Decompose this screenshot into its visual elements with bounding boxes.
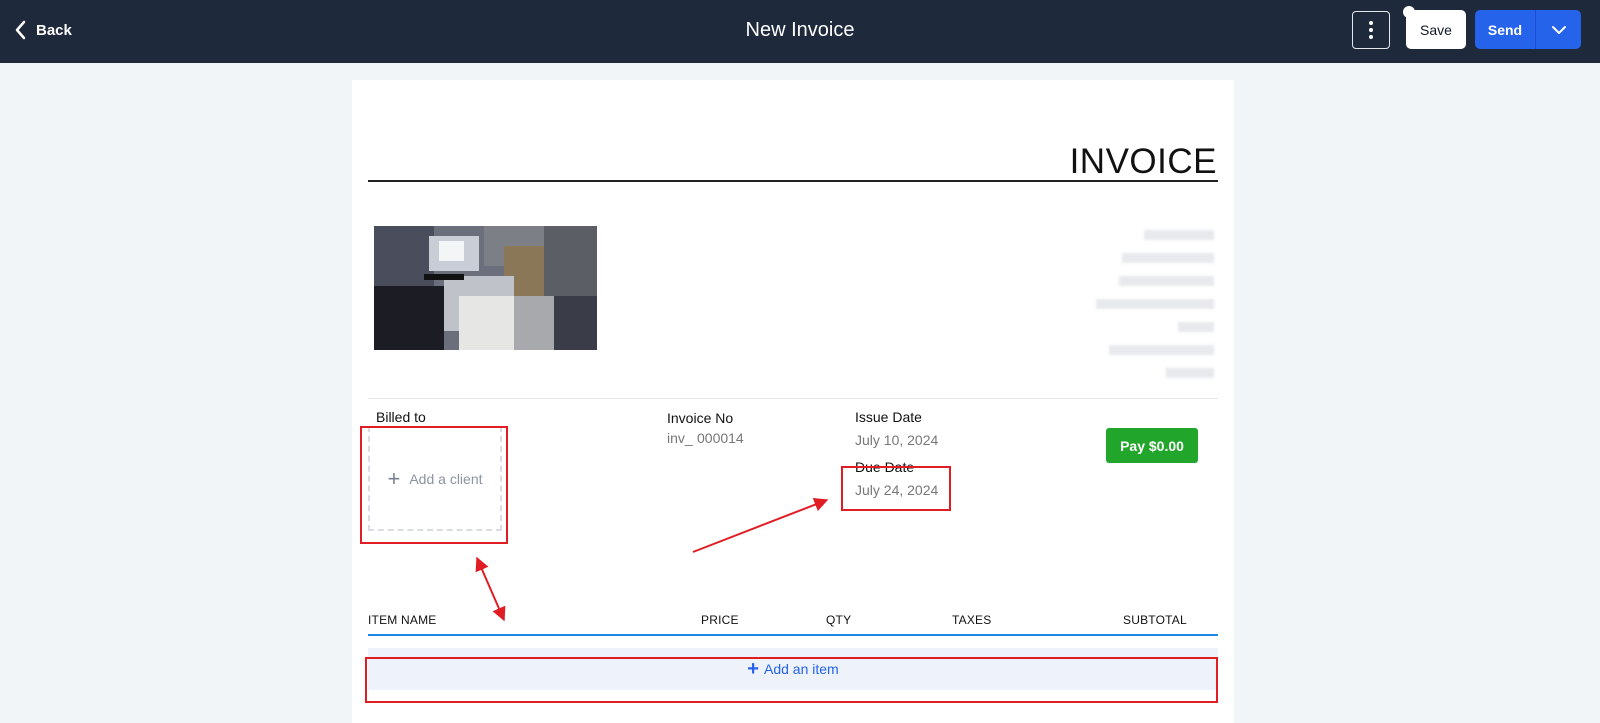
heading-divider — [368, 180, 1218, 182]
column-header-subtotal: SUBTOTAL — [1123, 613, 1187, 627]
billed-to-label: Billed to — [376, 409, 426, 425]
issue-date-field[interactable]: July 10, 2024 — [855, 432, 938, 448]
send-dropdown-button[interactable] — [1535, 10, 1581, 49]
kebab-menu-icon — [1369, 21, 1373, 39]
notification-dot — [1403, 6, 1415, 18]
company-detail-line — [1144, 230, 1214, 240]
back-label: Back — [36, 21, 72, 39]
send-button[interactable]: Send — [1475, 10, 1535, 49]
company-logo[interactable] — [374, 226, 597, 350]
more-options-button[interactable] — [1352, 11, 1390, 49]
column-header-qty: QTY — [826, 613, 852, 627]
company-detail-line — [1119, 276, 1214, 286]
invoice-heading: INVOICE — [1069, 142, 1217, 181]
column-header-taxes: TAXES — [952, 613, 992, 627]
add-item-label: Add an item — [763, 661, 839, 677]
invoice-no-prefix: inv_ — [667, 430, 693, 446]
chevron-down-icon — [1551, 25, 1566, 34]
save-button[interactable]: Save — [1406, 10, 1466, 49]
back-button[interactable]: Back — [14, 16, 72, 44]
invoice-no-field[interactable]: 000014 — [697, 430, 744, 446]
due-date-field[interactable]: July 24, 2024 — [855, 482, 938, 498]
chevron-left-icon — [15, 20, 26, 40]
issue-date-label: Issue Date — [855, 409, 922, 425]
column-header-item-name: ITEM NAME — [368, 613, 437, 627]
company-detail-line — [1109, 345, 1214, 355]
due-date-label: Due Date — [855, 459, 915, 475]
add-client-button[interactable]: + Add a client — [368, 426, 502, 531]
add-item-button[interactable]: + Add an item — [368, 648, 1218, 690]
invoice-document: INVOICE Billed to + Add a client Invoice… — [352, 80, 1234, 723]
pay-button[interactable]: Pay $0.00 — [1106, 428, 1198, 463]
logo-image — [374, 226, 597, 350]
plus-icon: + — [387, 465, 401, 491]
company-detail-line — [1096, 299, 1214, 309]
plus-icon: + — [747, 657, 759, 680]
top-bar: Back New Invoice Save Send — [0, 0, 1600, 63]
column-header-price: PRICE — [701, 613, 739, 627]
invoice-no-label: Invoice No — [667, 410, 734, 426]
items-header-divider — [368, 634, 1218, 636]
company-detail-line — [1178, 322, 1214, 332]
add-client-label: Add a client — [409, 470, 483, 487]
company-details — [1074, 230, 1214, 391]
company-detail-line — [1122, 253, 1214, 263]
company-detail-line — [1166, 368, 1214, 378]
section-divider — [368, 398, 1218, 399]
